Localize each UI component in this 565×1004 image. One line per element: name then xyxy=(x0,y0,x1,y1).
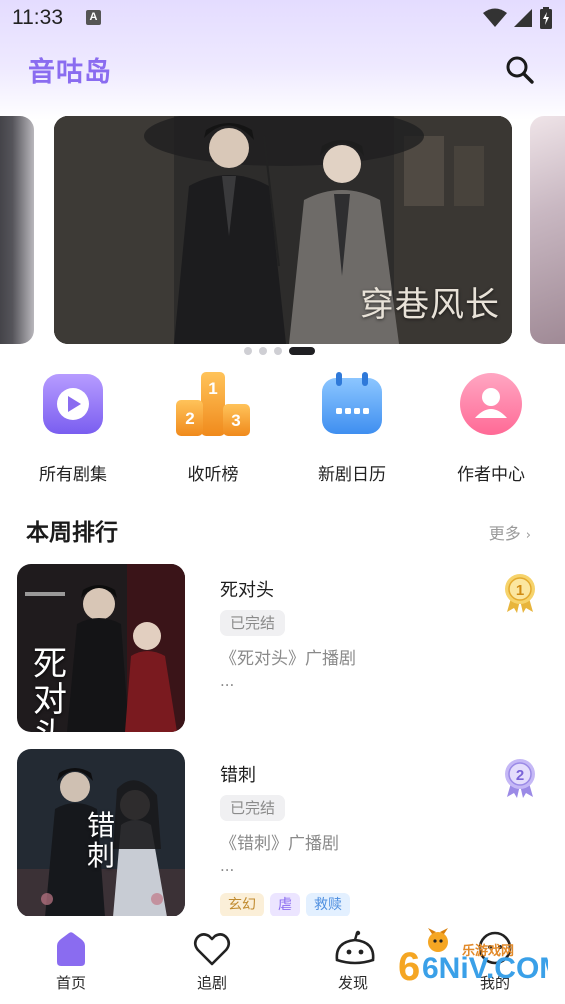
drama-cover[interactable]: 死对头 xyxy=(17,564,185,732)
section-title: 本周排行 xyxy=(26,520,118,546)
play-icon xyxy=(39,370,107,438)
status-time: 11:33 xyxy=(12,6,63,29)
drama-title: 死对头 xyxy=(220,580,274,601)
search-icon xyxy=(506,56,534,84)
status-bar: 11:33 A xyxy=(0,0,565,36)
genre-tag: 救赎 xyxy=(306,893,350,917)
drama-description: 《错刺》广播剧 xyxy=(220,834,339,854)
rank-number: 1 xyxy=(516,582,524,599)
genre-tag: 虐 xyxy=(270,893,300,917)
app-title: 音咕岛 xyxy=(28,57,112,88)
carousel-dot xyxy=(274,347,282,355)
podium-number-1: 1 xyxy=(208,379,217,398)
quick-entry-ranking[interactable]: 1 2 3 收听榜 xyxy=(143,368,283,485)
quick-entry-label: 所有剧集 xyxy=(39,465,107,485)
banner-prev-slide[interactable] xyxy=(0,116,34,344)
heart-icon xyxy=(192,930,232,968)
description-ellipsis: ... xyxy=(220,857,235,875)
home-icon xyxy=(51,930,91,968)
status-badge: 已完结 xyxy=(220,610,286,636)
genre-tag: 玄幻 xyxy=(220,893,264,917)
signal-icon xyxy=(514,9,532,27)
quick-entry-label: 新剧日历 xyxy=(318,465,386,485)
discover-icon xyxy=(333,930,375,968)
svg-text:6: 6 xyxy=(398,945,420,988)
more-label: 更多 xyxy=(488,524,521,543)
carousel-dot-active xyxy=(289,347,315,355)
nav-label: 追剧 xyxy=(196,974,227,992)
status-badge: 已完结 xyxy=(220,795,286,821)
carousel-indicator xyxy=(244,347,315,355)
rank-badge-gold: 1 xyxy=(503,572,537,614)
rank-number: 2 xyxy=(516,767,524,784)
rank-item[interactable]: 死对头 死对头 已完结 《死对头》广播剧 ... 1 xyxy=(0,564,565,734)
battery-icon xyxy=(540,7,552,29)
podium-number-2: 2 xyxy=(185,409,194,428)
cover-title: 死对头 xyxy=(33,644,67,732)
description-ellipsis: ... xyxy=(220,672,235,690)
banner-title: 穿巷风长 xyxy=(360,285,500,325)
quick-entry-author-center[interactable]: 作者中心 xyxy=(421,368,561,485)
wifi-icon xyxy=(483,8,507,27)
nav-discover[interactable]: 发现 xyxy=(313,930,393,993)
user-icon xyxy=(457,370,525,438)
quick-entry-label: 收听榜 xyxy=(187,465,239,485)
calendar-icon xyxy=(318,370,386,438)
carousel-dot xyxy=(259,347,267,355)
podium-number-3: 3 xyxy=(231,411,240,430)
rank-item[interactable]: 错刺 错刺 已完结 《错刺》广播剧 ... 2 玄幻 虐 救赎 xyxy=(0,749,565,919)
more-link[interactable]: 更多 › xyxy=(489,520,531,544)
drama-cover[interactable]: 错刺 xyxy=(17,749,185,917)
quick-entry-all-dramas[interactable]: 所有剧集 xyxy=(3,368,143,485)
quick-entries: 所有剧集 1 2 3 收听榜 新剧日历 作者中心 xyxy=(0,368,565,488)
cover-title: 错刺 xyxy=(87,809,116,872)
chevron-right-icon: › xyxy=(525,528,531,543)
nav-home[interactable]: 首页 xyxy=(31,930,111,993)
quick-entry-calendar[interactable]: 新剧日历 xyxy=(282,368,422,485)
drama-description: 《死对头》广播剧 xyxy=(220,649,356,669)
nav-follow[interactable]: 追剧 xyxy=(172,930,252,993)
nav-label: 发现 xyxy=(337,974,368,992)
banner-slide[interactable]: 穿巷风长 xyxy=(54,116,512,344)
watermark-logo: 6 6NiV.COM 乐游戏网 xyxy=(398,928,564,989)
banner-next-slide[interactable] xyxy=(530,116,565,344)
watermark-text: 乐游戏网 xyxy=(462,944,515,959)
podium-icon: 1 2 3 xyxy=(176,370,250,438)
rank-badge-silver: 2 xyxy=(503,757,537,799)
drama-title: 错刺 xyxy=(220,765,256,786)
search-button[interactable] xyxy=(502,52,538,88)
quick-entry-label: 作者中心 xyxy=(457,465,525,485)
notification-icon: A xyxy=(86,10,101,25)
status-icons xyxy=(483,7,553,29)
genre-tags: 玄幻 虐 救赎 xyxy=(220,893,350,917)
carousel-dot xyxy=(244,347,252,355)
nav-label: 首页 xyxy=(55,974,86,992)
